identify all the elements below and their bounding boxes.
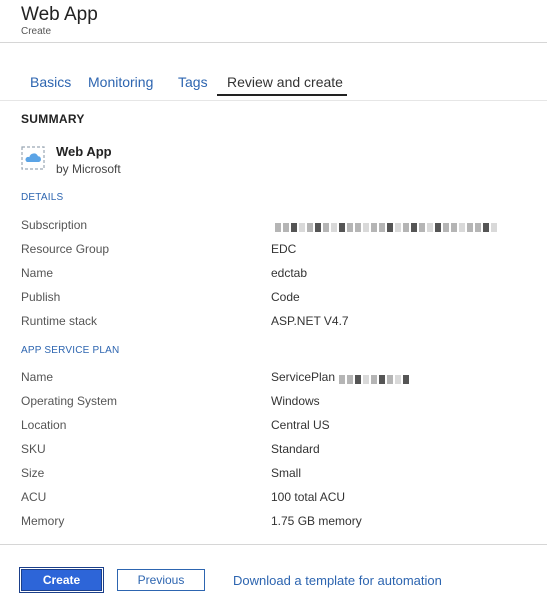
plan-row-acu: ACU 100 total ACU — [21, 490, 521, 508]
detail-label: Runtime stack — [21, 314, 98, 328]
plan-row-sku: SKU Standard — [21, 442, 521, 460]
plan-value: Standard — [271, 442, 320, 456]
redacted-text — [339, 373, 411, 385]
plan-label: Size — [21, 466, 45, 480]
plan-row-memory: Memory 1.75 GB memory — [21, 514, 521, 532]
plan-value: 1.75 GB memory — [271, 514, 362, 528]
plan-row-location: Location Central US — [21, 418, 521, 436]
page-subtitle: Create — [21, 26, 52, 37]
plan-label: SKU — [21, 442, 46, 456]
tab-review-and-create[interactable]: Review and create — [227, 74, 343, 90]
create-button[interactable]: Create — [19, 567, 104, 593]
detail-label: Subscription — [21, 218, 88, 232]
details-heading: DETAILS — [21, 192, 64, 203]
detail-label: Publish — [21, 290, 61, 304]
detail-row-runtime-stack: Runtime stack ASP.NET V4.7 — [21, 314, 521, 332]
summary-heading: SUMMARY — [21, 112, 85, 126]
blade-header: Web App Create — [0, 0, 547, 43]
plan-label: Name — [21, 370, 54, 384]
plan-value: Central US — [271, 418, 330, 432]
tab-monitoring[interactable]: Monitoring — [88, 74, 153, 90]
app-name: Web App — [56, 144, 112, 159]
detail-value — [271, 218, 499, 233]
detail-row-publish: Publish Code — [21, 290, 521, 308]
plan-label: ACU — [21, 490, 47, 504]
app-publisher: by Microsoft — [56, 162, 121, 176]
tab-tags[interactable]: Tags — [178, 74, 208, 90]
plan-label: Operating System — [21, 394, 118, 408]
detail-row-resource-group: Resource Group EDC — [21, 242, 521, 260]
tab-basics[interactable]: Basics — [30, 74, 71, 90]
app-service-plan-heading: APP SERVICE PLAN — [21, 345, 120, 356]
tabs-divider — [0, 100, 547, 101]
active-tab-indicator — [217, 94, 347, 96]
plan-value: 100 total ACU — [271, 490, 346, 504]
detail-label: Name — [21, 266, 54, 280]
detail-value: ASP.NET V4.7 — [271, 314, 349, 328]
detail-label: Resource Group — [21, 242, 110, 256]
plan-row-size: Size Small — [21, 466, 521, 484]
detail-value: edctab — [271, 266, 308, 280]
page-title: Web App — [21, 4, 98, 25]
plan-row-operating-system: Operating System Windows — [21, 394, 521, 412]
detail-row-subscription: Subscription — [21, 218, 521, 236]
plan-value: Windows — [271, 394, 320, 408]
plan-row-name: Name ServicePlan — [21, 370, 521, 388]
plan-value: ServicePlan — [271, 370, 411, 385]
web-app-cloud-icon — [21, 146, 45, 170]
detail-value: Code — [271, 290, 300, 304]
redacted-text — [275, 221, 499, 233]
plan-value: Small — [271, 466, 302, 480]
footer-divider — [0, 544, 547, 545]
detail-row-name: Name edctab — [21, 266, 521, 284]
detail-value: EDC — [271, 242, 297, 256]
plan-label: Memory — [21, 514, 65, 528]
previous-button[interactable]: Previous — [117, 569, 205, 591]
plan-label: Location — [21, 418, 67, 432]
download-template-link[interactable]: Download a template for automation — [233, 573, 442, 588]
tab-bar: Basics Monitoring Tags Review and create — [20, 70, 350, 98]
